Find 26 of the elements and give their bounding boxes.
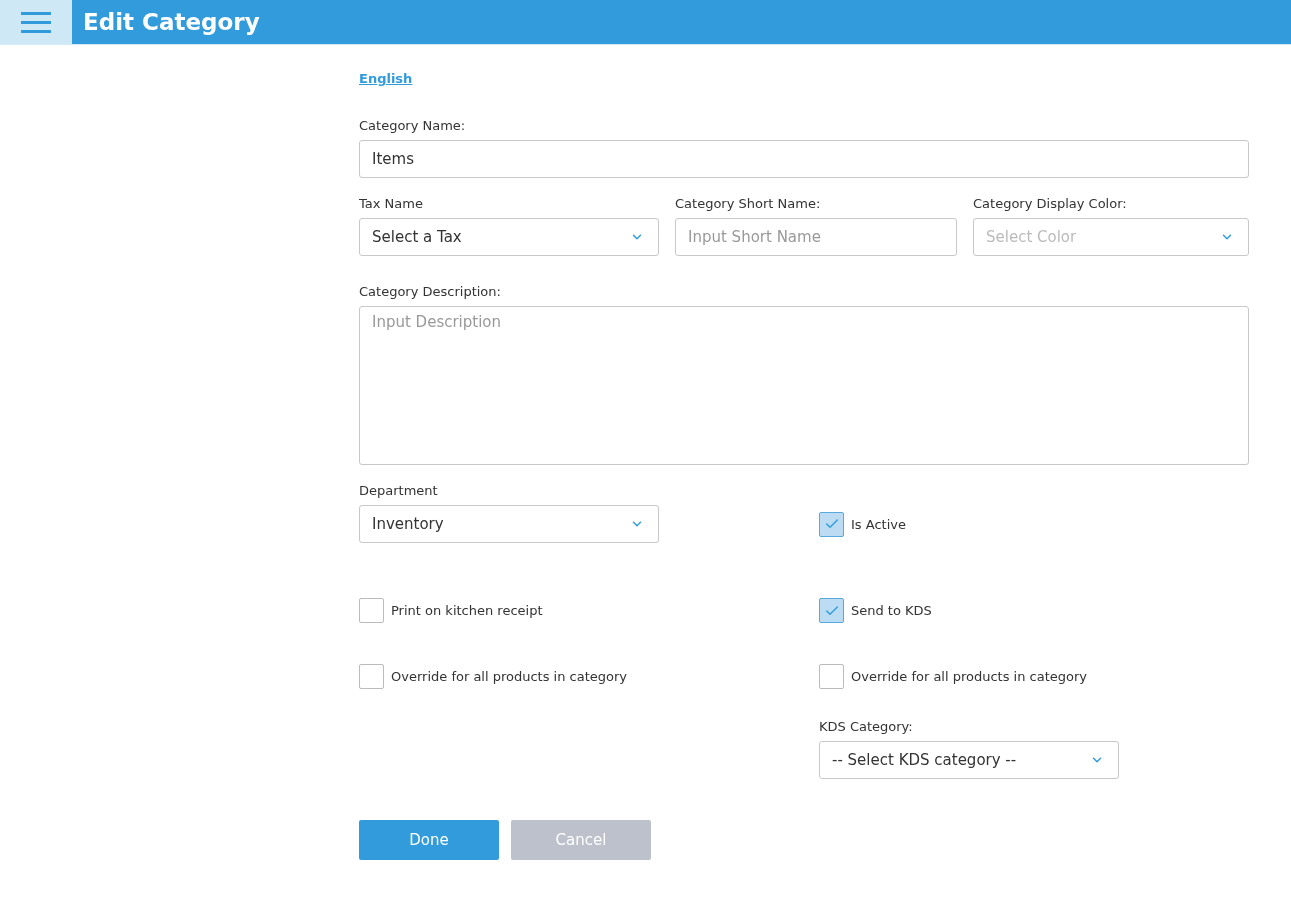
kds-category-select[interactable]: -- Select KDS category -- bbox=[819, 741, 1119, 779]
checkbox-label: Override for all products in category bbox=[851, 669, 1088, 684]
checkbox-label: Override for all products in category bbox=[391, 669, 628, 684]
menu-button[interactable] bbox=[0, 0, 72, 44]
input-field[interactable]: Input Short Name bbox=[675, 218, 957, 256]
field-label: Category Name: bbox=[359, 118, 467, 133]
checkbox[interactable] bbox=[359, 664, 384, 689]
field-label: Department bbox=[359, 483, 439, 498]
checkbox[interactable] bbox=[359, 598, 384, 623]
checkbox-label: Print on kitchen receipt bbox=[391, 603, 543, 618]
checkbox-label: Is Active bbox=[851, 516, 906, 532]
checkbox[interactable] bbox=[819, 511, 844, 537]
field-label: Category Display Color: bbox=[973, 196, 1128, 211]
tax-select[interactable]: Select a Tax bbox=[359, 218, 659, 256]
field-label: Tax Name bbox=[359, 196, 424, 211]
field-label: Category Short Name: bbox=[675, 196, 822, 211]
checkbox-label: Send to KDS bbox=[851, 603, 932, 618]
field-label: KDS Category: bbox=[819, 719, 914, 734]
textarea-field[interactable]: Input Description bbox=[359, 306, 1249, 465]
page-title: Edit Category bbox=[82, 8, 260, 37]
checkbox[interactable] bbox=[819, 664, 844, 689]
department-select[interactable]: Inventory bbox=[359, 505, 659, 543]
menu-icon bbox=[21, 11, 51, 33]
field-label: Category Description: bbox=[359, 284, 502, 299]
checkbox[interactable] bbox=[819, 598, 844, 623]
input-field[interactable]: Items bbox=[359, 140, 1249, 178]
